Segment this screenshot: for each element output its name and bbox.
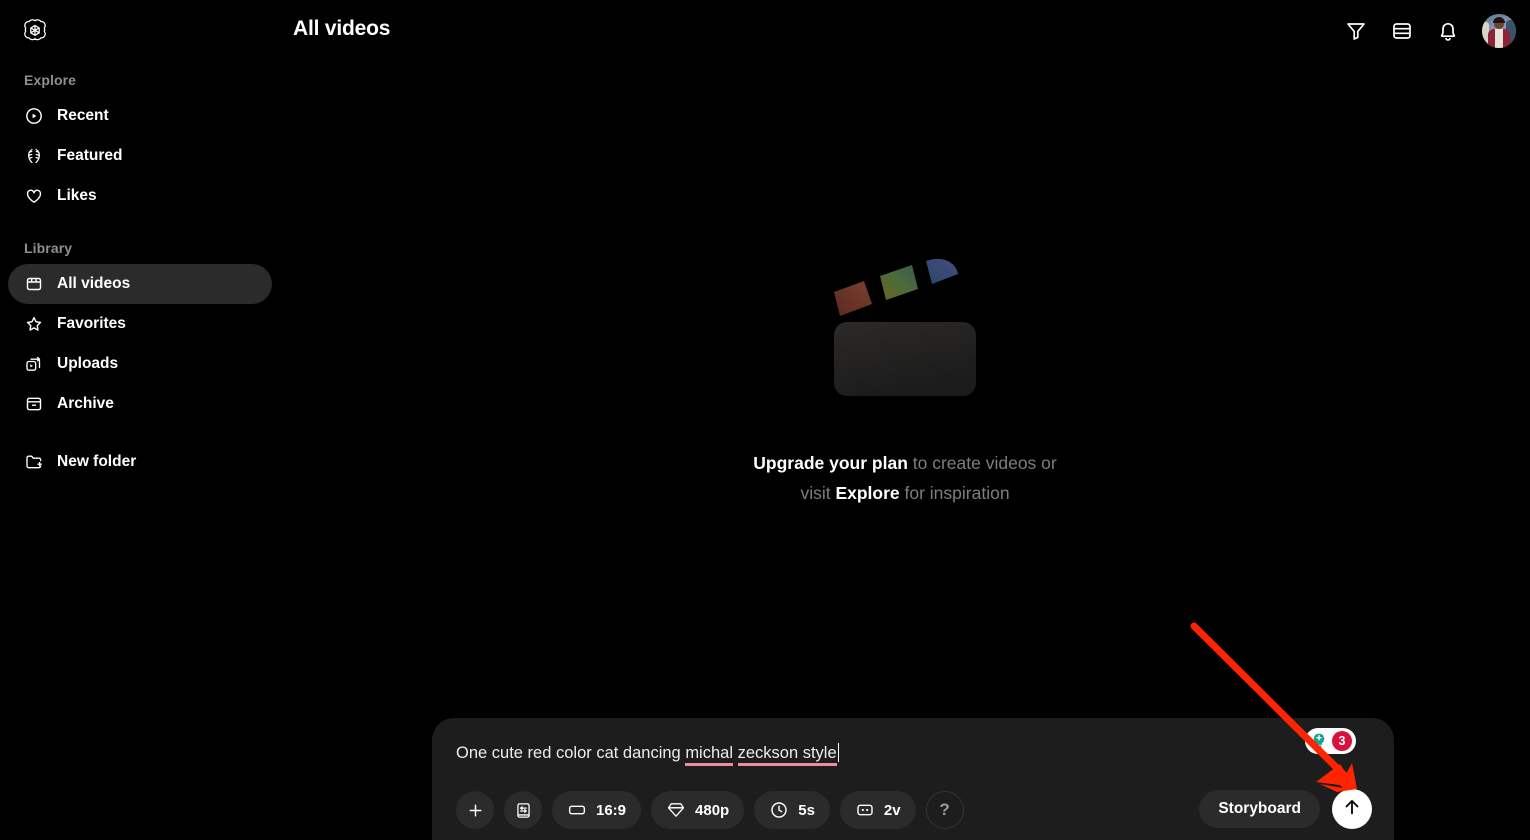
- sidebar-item-new-folder[interactable]: New folder: [8, 442, 272, 482]
- sidebar-item-label: Featured: [57, 147, 123, 164]
- variations-label: 2v: [883, 801, 901, 819]
- star-icon: [24, 314, 44, 334]
- upload-video-icon: [24, 354, 44, 374]
- heart-icon: [24, 186, 44, 206]
- page-title: All videos: [293, 17, 391, 40]
- sidebar-item-label: All videos: [57, 275, 131, 292]
- sidebar-item-featured[interactable]: Featured: [8, 136, 272, 176]
- archive-icon: [24, 394, 44, 414]
- misspelled-word-1: michal: [685, 744, 733, 766]
- sidebar-section-explore-label: Explore: [24, 72, 77, 88]
- variations-button[interactable]: 2v: [839, 791, 916, 829]
- storyboard-label: Storyboard: [1218, 800, 1301, 817]
- diamond-icon: [666, 800, 686, 820]
- composer-actions: Storyboard: [1199, 789, 1372, 829]
- sidebar-section-library-label: Library: [24, 240, 73, 256]
- grammar-suggestion-count: 3: [1332, 731, 1352, 751]
- prompt-input-row[interactable]: One cute red color cat dancing michal ze…: [456, 740, 1370, 770]
- aspect-ratio-button[interactable]: 16:9: [552, 791, 642, 829]
- storyboard-button[interactable]: Storyboard: [1199, 790, 1320, 828]
- sidebar: Explore Recent Featured Likes Library Al…: [0, 72, 280, 482]
- cameo-button[interactable]: [504, 791, 542, 829]
- plus-icon: [466, 801, 485, 820]
- duration-label: 5s: [798, 801, 815, 819]
- add-button[interactable]: [456, 791, 494, 829]
- explore-link[interactable]: Explore: [835, 483, 899, 503]
- avatar[interactable]: [1482, 14, 1516, 48]
- sidebar-item-favorites[interactable]: Favorites: [8, 304, 272, 344]
- variations-icon: [855, 800, 875, 820]
- sidebar-item-label: New folder: [57, 453, 137, 470]
- top-bar: All videos: [0, 0, 1530, 64]
- sidebar-item-label: Archive: [57, 395, 114, 412]
- empty-msg-part: visit: [800, 483, 836, 503]
- prompt-composer: One cute red color cat dancing michal ze…: [432, 718, 1394, 840]
- duration-button[interactable]: 5s: [754, 791, 830, 829]
- sidebar-item-label: Recent: [57, 107, 109, 124]
- aspect-ratio-icon: [567, 800, 587, 820]
- sidebar-item-label: Likes: [57, 187, 97, 204]
- openai-logo[interactable]: [21, 17, 49, 45]
- empty-msg-part: for inspiration: [899, 483, 1010, 503]
- sidebar-item-all-videos[interactable]: All videos: [8, 264, 272, 304]
- question-icon: ?: [939, 800, 950, 819]
- sidebar-item-label: Uploads: [57, 355, 119, 372]
- prompt-input[interactable]: One cute red color cat dancing michal ze…: [456, 740, 840, 766]
- clock-icon: [769, 800, 789, 820]
- sidebar-item-recent[interactable]: Recent: [8, 96, 272, 136]
- grammar-suggestions-badge[interactable]: 3: [1305, 728, 1356, 754]
- empty-state-message: Upgrade your plan to create videos or vi…: [695, 448, 1115, 508]
- clapperboard-icon: [24, 274, 44, 294]
- prompt-plain-text: One cute red color cat dancing: [456, 744, 686, 762]
- clapperboard-graphic: [830, 248, 980, 408]
- submit-button[interactable]: [1332, 789, 1372, 829]
- composer-toolbar: 16:9 480p 5s 2v ?: [456, 791, 964, 829]
- top-bar-actions: [1344, 14, 1516, 48]
- sidebar-item-uploads[interactable]: Uploads: [8, 344, 272, 384]
- layout-rows-icon[interactable]: [1390, 19, 1414, 43]
- sidebar-item-label: Favorites: [57, 315, 126, 332]
- sora-library-page: All videos Explore Recent Featured Likes…: [0, 0, 1530, 840]
- arrow-up-icon: [1341, 796, 1363, 823]
- bell-icon[interactable]: [1436, 19, 1460, 43]
- text-caret: [837, 743, 840, 762]
- empty-msg-part: to create videos or: [907, 453, 1057, 473]
- lightbulb-icon: [1309, 731, 1329, 751]
- play-circle-icon: [24, 106, 44, 126]
- aspect-ratio-label: 16:9: [596, 801, 627, 819]
- misspelled-word-2: zeckson style: [737, 744, 837, 766]
- upgrade-plan-link[interactable]: Upgrade your plan: [753, 453, 908, 473]
- folder-plus-icon: [24, 452, 44, 472]
- laurel-icon: [24, 146, 44, 166]
- cameo-card-icon: [514, 801, 533, 820]
- resolution-button[interactable]: 480p: [651, 791, 745, 829]
- resolution-label: 480p: [695, 801, 730, 819]
- sidebar-item-likes[interactable]: Likes: [8, 176, 272, 216]
- sidebar-item-archive[interactable]: Archive: [8, 384, 272, 424]
- filter-icon[interactable]: [1344, 19, 1368, 43]
- help-button[interactable]: ?: [925, 791, 964, 829]
